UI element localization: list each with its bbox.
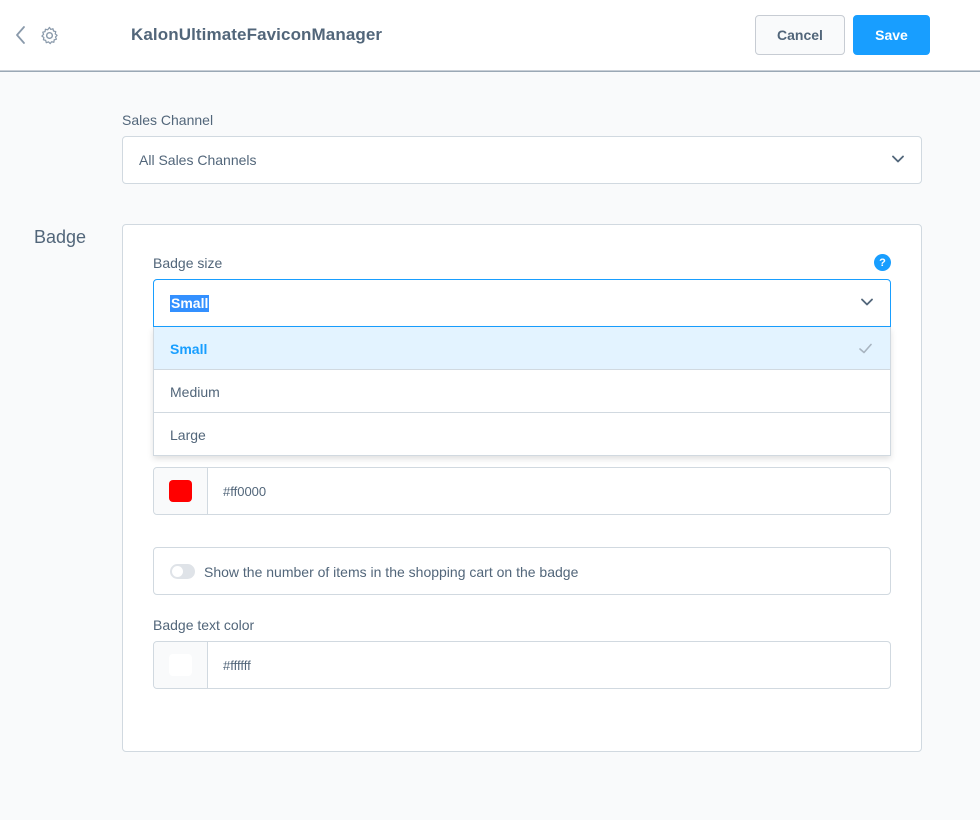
badge-section-title: Badge (34, 227, 87, 247)
help-icon[interactable]: ? (874, 254, 891, 271)
save-button[interactable]: Save (853, 15, 930, 55)
badge-size-value[interactable]: Small (170, 295, 210, 312)
badge-color-field[interactable]: #ff0000 (153, 467, 891, 515)
option-label: Small (170, 341, 208, 357)
color-picker-button[interactable] (154, 642, 208, 688)
show-count-field: Show the number of items in the shopping… (153, 547, 891, 595)
chevron-left-icon[interactable] (12, 24, 30, 46)
option-label: Large (170, 427, 206, 443)
gear-icon[interactable] (40, 26, 59, 45)
badge-size-label: Badge size (153, 255, 223, 271)
dropdown-option-large[interactable]: Large (154, 413, 890, 456)
sales-channel-value: All Sales Channels (139, 152, 257, 168)
sales-channel-label: Sales Channel (122, 112, 214, 128)
chevron-down-icon (892, 155, 904, 163)
toggle-knob (172, 566, 183, 577)
dropdown-option-medium[interactable]: Medium (154, 370, 890, 413)
color-swatch (169, 654, 192, 676)
checkmark-icon (859, 343, 872, 354)
option-label: Medium (170, 384, 220, 400)
color-swatch (169, 480, 192, 502)
badge-size-select[interactable]: Small (153, 279, 891, 327)
chevron-down-icon (861, 298, 873, 306)
badge-size-dropdown: Small Medium Large (153, 327, 891, 456)
show-count-toggle[interactable] (170, 564, 195, 579)
dropdown-option-small[interactable]: Small (154, 327, 890, 370)
page-title: KalonUltimateFaviconManager (131, 25, 383, 44)
badge-text-color-value[interactable]: #ffffff (223, 658, 251, 673)
badge-text-color-field[interactable]: #ffffff (153, 641, 891, 689)
top-bar: KalonUltimateFaviconManager Cancel Save (0, 0, 980, 71)
show-count-label: Show the number of items in the shopping… (204, 564, 579, 580)
color-picker-button[interactable] (154, 468, 208, 514)
badge-text-color-label: Badge text color (153, 617, 255, 633)
badge-color-value[interactable]: #ff0000 (223, 484, 266, 499)
sales-channel-select[interactable]: All Sales Channels (122, 136, 922, 184)
cancel-button[interactable]: Cancel (755, 15, 845, 55)
